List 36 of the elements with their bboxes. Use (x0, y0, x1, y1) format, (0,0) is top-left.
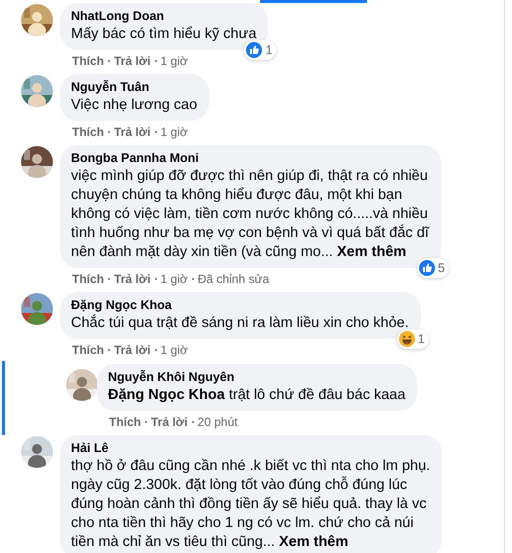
like-link[interactable]: Thích (72, 125, 104, 139)
timestamp[interactable]: 1 giờ (160, 272, 188, 286)
edited-label: Đã chỉnh sửa (198, 272, 270, 286)
comment-text: thợ hồ ở đâu cũng cần nhé .k biết vc thì nta cho lm phụ. ngày cũg 2.300k. đặt lòng tốt vào đúng chỗ đúng lúc đúng hoàn cảnh thì đồng tiền ấy sẽ hiểu quả. thay là vc cho nta tiền thì hãy cho 1 ng có vc lm. chứ cho cả núi tiền mà chỉ ăn vs tiêu thì cũng... Xem thêm (71, 457, 430, 552)
timestamp[interactable]: 1 giờ (160, 343, 188, 357)
author-name[interactable]: Hải Lê (71, 440, 430, 457)
author-name[interactable]: NhatLong Doan (71, 8, 256, 25)
author-name[interactable]: Đặng Ngọc Khoa (71, 297, 409, 314)
author-name[interactable]: Nguyễn Tuân (71, 79, 198, 96)
see-more-link[interactable]: Xem thêm (337, 244, 406, 260)
reaction-badge[interactable]: 5 (416, 258, 449, 278)
reaction-badge[interactable]: 1 (396, 329, 429, 349)
like-link[interactable]: Thích (72, 54, 104, 68)
comment-text: Đặng Ngọc Khoa trật lô chứ đề đâu bác kaaa (108, 386, 406, 405)
author-name[interactable]: Bongba Pannha Moni (71, 150, 429, 167)
reaction-count: 1 (418, 332, 425, 346)
timestamp[interactable]: 1 giờ (160, 125, 188, 139)
timestamp[interactable]: 20 phút (198, 415, 238, 429)
reply-link[interactable]: Trả lời (114, 125, 151, 139)
reply-link[interactable]: Trả lời (151, 415, 188, 429)
thumbs-up-icon (418, 260, 435, 276)
thumbs-up-icon (246, 42, 262, 58)
reply-link[interactable]: Trả lời (114, 343, 151, 357)
see-more-link[interactable]: Xem thêm (278, 534, 348, 550)
like-link[interactable]: Thích (109, 415, 141, 429)
reaction-count: 1 (265, 43, 272, 57)
like-link[interactable]: Thích (72, 272, 104, 286)
like-link[interactable]: Thích (72, 343, 104, 357)
reply-link[interactable]: Trả lời (114, 272, 151, 286)
author-name[interactable]: Nguyễn Khôi Nguyên (108, 369, 406, 386)
comment-text: Việc nhẹ lương cao (71, 96, 198, 115)
laughing-face-icon (398, 331, 415, 347)
reaction-badge[interactable]: 1 (244, 40, 276, 60)
timestamp[interactable]: 1 giờ (160, 54, 188, 68)
reply-link[interactable]: Trả lời (114, 54, 151, 68)
reaction-count: 5 (438, 261, 445, 275)
